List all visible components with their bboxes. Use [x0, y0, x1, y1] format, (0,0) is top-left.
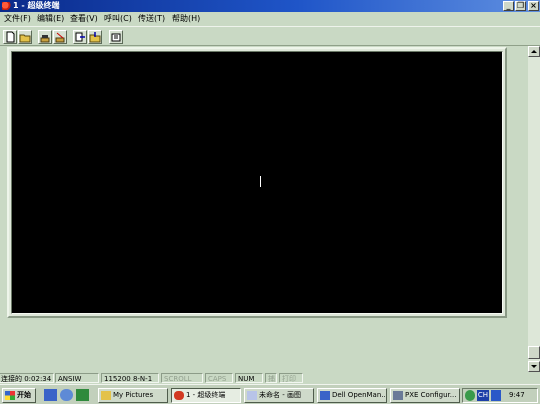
paint-icon — [247, 391, 257, 400]
menu-help[interactable]: 帮助(H) — [172, 13, 200, 25]
status-capture: 捕 — [265, 373, 277, 383]
status-settings: 115200 8-N-1 — [101, 373, 159, 383]
outlook-quicklaunch-icon[interactable] — [60, 389, 73, 401]
clock[interactable]: 9:47 — [509, 389, 525, 402]
taskbar-item-paint[interactable]: 未命名 - 画图 — [244, 388, 314, 403]
properties-button[interactable] — [109, 30, 123, 44]
taskbar-item-label: 1 - 超级终端 — [186, 391, 226, 399]
language-indicator[interactable]: CH — [477, 390, 489, 401]
network-icon[interactable] — [465, 390, 475, 401]
menu-bar: 文件(F) 编辑(E) 查看(V) 呼叫(C) 传送(T) 帮助(H) — [0, 12, 540, 26]
phone-icon — [40, 35, 50, 43]
taskbar-item-dell-openmanage[interactable]: Dell OpenMan... — [317, 388, 387, 403]
open-button[interactable] — [18, 30, 32, 44]
scroll-down-button[interactable] — [528, 361, 540, 372]
send-icon — [75, 32, 85, 42]
status-bar: 连接的 0:02:34 ANSIW 115200 8-N-1 SCROLL CA… — [0, 372, 540, 384]
new-file-button[interactable] — [3, 30, 17, 44]
status-caps: CAPS — [205, 373, 233, 383]
taskbar-item-pxe-configuration[interactable]: PXE Configur... — [390, 388, 460, 403]
window-title: 1 - 超级终端 — [13, 1, 60, 10]
status-num: NUM — [235, 373, 263, 383]
browser-icon — [320, 391, 330, 400]
taskbar-item-label: Dell OpenMan... — [332, 391, 387, 399]
taskbar-item-my-pictures[interactable]: My Pictures — [98, 388, 168, 403]
menu-transfer[interactable]: 传送(T) — [138, 13, 165, 25]
close-button[interactable]: × — [528, 1, 539, 11]
menu-call[interactable]: 呼叫(C) — [104, 13, 132, 25]
ie-quicklaunch-icon[interactable] — [44, 389, 57, 401]
title-bar[interactable]: 1 - 超级终端 _ ❐ × — [0, 0, 540, 12]
disconnect-button[interactable] — [53, 30, 67, 44]
taskbar-item-label: My Pictures — [113, 391, 154, 399]
taskbar-item-label: 未命名 - 画图 — [259, 391, 301, 399]
receive-icon — [89, 32, 101, 43]
terminal-screen[interactable] — [11, 51, 503, 314]
vertical-scrollbar[interactable] — [528, 46, 540, 372]
scroll-thumb[interactable] — [528, 346, 540, 359]
receive-button[interactable] — [88, 30, 102, 44]
up-arrow-icon — [531, 50, 537, 53]
menu-view[interactable]: 查看(V) — [70, 13, 98, 25]
minimize-button[interactable]: _ — [503, 1, 514, 11]
status-emulation: ANSIW — [55, 373, 99, 383]
status-scroll: SCROLL — [161, 373, 203, 383]
folder-icon — [101, 391, 111, 400]
open-folder-icon — [19, 34, 31, 43]
menu-file[interactable]: 文件(F) — [4, 13, 31, 25]
window-icon — [393, 391, 403, 400]
system-tray: CH 9:47 — [462, 388, 538, 403]
taskbar: 开始 My Pictures 1 - 超级终端 未命名 - 画图 Dell Op… — [0, 384, 540, 404]
send-button[interactable] — [73, 30, 87, 44]
desktop-quicklaunch-icon[interactable] — [76, 389, 89, 401]
toolbar — [0, 26, 540, 46]
new-file-icon — [6, 31, 15, 43]
restore-button[interactable]: ❐ — [515, 1, 526, 11]
status-print: 打印 — [279, 373, 303, 383]
status-connection: 连接的 0:02:34 — [0, 373, 54, 383]
hyperterminal-icon — [174, 391, 184, 400]
windows-logo-icon — [5, 391, 15, 400]
call-button[interactable] — [38, 30, 52, 44]
terminal-frame — [7, 47, 507, 318]
scroll-up-button[interactable] — [528, 46, 540, 57]
disconnect-icon — [55, 32, 65, 43]
down-arrow-icon — [531, 365, 537, 368]
input-method-icon[interactable] — [491, 390, 501, 401]
taskbar-item-label: PXE Configur... — [405, 391, 457, 399]
text-cursor — [260, 176, 261, 187]
start-label: 开始 — [17, 391, 31, 399]
menu-edit[interactable]: 编辑(E) — [37, 13, 64, 25]
start-button[interactable]: 开始 — [2, 388, 36, 403]
taskbar-item-hyperterminal[interactable]: 1 - 超级终端 — [171, 388, 241, 403]
properties-icon — [111, 33, 121, 42]
hyperterminal-icon — [2, 2, 11, 10]
